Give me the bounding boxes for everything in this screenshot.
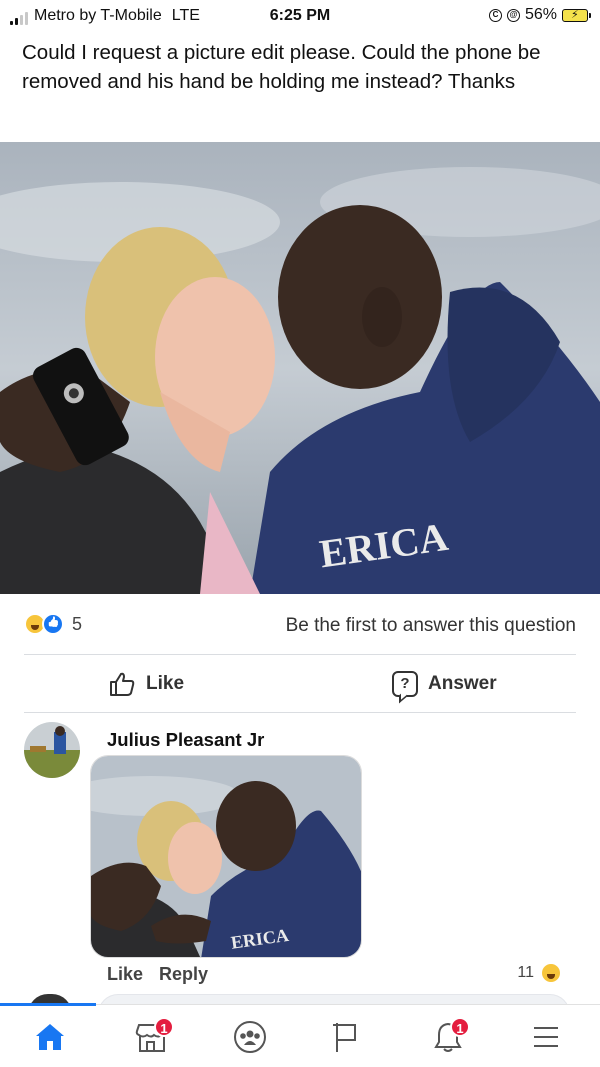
answer-button[interactable]: ? Answer	[392, 668, 497, 700]
commenter-name[interactable]: Julius Pleasant Jr	[107, 729, 264, 751]
status-right: C @ 56% ⚡	[488, 6, 591, 24]
couple-photo-illustration: ERICA	[0, 142, 600, 594]
nav-notifications[interactable]: 1	[418, 1015, 478, 1059]
post-text: Could I request a picture edit please. C…	[22, 41, 541, 93]
thumbs-up-icon	[110, 672, 135, 696]
pages-flag-icon	[333, 1023, 356, 1052]
like-label: Like	[146, 673, 185, 694]
post-photo[interactable]: ERICA	[0, 142, 600, 594]
battery-percent: 56%	[524, 6, 557, 23]
first-answer-prompt[interactable]: Be the first to answer this question	[286, 615, 576, 637]
nav-menu[interactable]	[516, 1015, 576, 1059]
bottom-navigation: 1 1	[0, 1003, 600, 1067]
location-icon: @	[506, 8, 520, 22]
nav-groups[interactable]	[220, 1015, 280, 1059]
reaction-count: 5	[72, 613, 83, 634]
home-icon	[36, 1024, 64, 1050]
like-reaction-icon	[42, 613, 64, 635]
divider	[24, 712, 576, 713]
avatar-image	[24, 722, 80, 778]
marketplace-badge: 1	[154, 1017, 174, 1037]
question-icon: ?	[392, 671, 418, 697]
commenter-avatar[interactable]	[24, 722, 80, 778]
comment-reply-button[interactable]: Reply	[159, 964, 208, 985]
nav-marketplace[interactable]: 1	[122, 1015, 182, 1059]
copyright-icon: C	[488, 8, 502, 22]
notifications-badge: 1	[450, 1017, 470, 1037]
comment-like-button[interactable]: Like	[107, 964, 143, 985]
status-bar: Metro by T-Mobile LTE 6:25 PM C @ 56% ⚡	[0, 0, 600, 34]
comment-reaction-summary[interactable]: 11	[517, 962, 562, 984]
divider	[24, 654, 576, 655]
nav-pages[interactable]	[316, 1015, 376, 1059]
battery-charging-icon: ⚡	[562, 8, 591, 22]
active-tab-indicator	[0, 1003, 96, 1006]
haha-reaction-icon	[540, 962, 562, 984]
edited-photo-illustration: ERICA	[91, 756, 361, 957]
comment-photo[interactable]: ERICA	[90, 755, 362, 958]
groups-icon	[234, 1021, 266, 1053]
like-button[interactable]: Like	[108, 668, 184, 700]
nav-home[interactable]	[20, 1015, 80, 1059]
answer-label: Answer	[428, 673, 497, 694]
reaction-summary[interactable]: 5	[24, 613, 82, 635]
menu-icon	[534, 1027, 558, 1047]
comment-reaction-count: 11	[517, 964, 534, 981]
comment-actions: Like Reply	[107, 964, 208, 985]
